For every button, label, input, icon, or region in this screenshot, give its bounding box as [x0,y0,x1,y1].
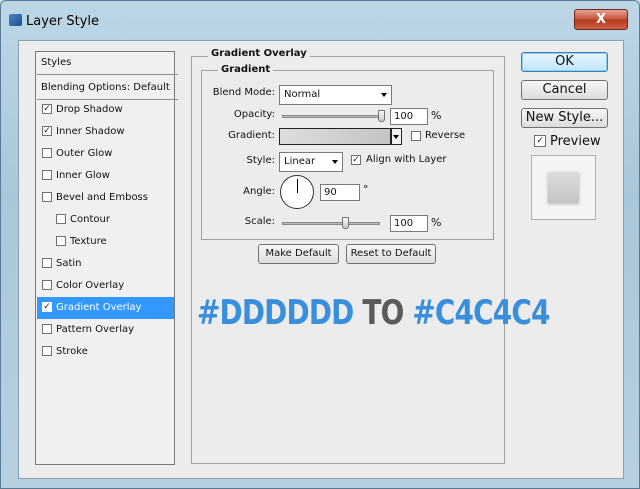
style-item-color-overlay[interactable]: Color Overlay [37,275,174,297]
style-item-label: Drop Shadow [56,104,123,115]
style-item-checkbox[interactable] [56,236,66,246]
style-item-checkbox[interactable]: ✓ [42,126,52,136]
preview-frame [531,155,596,220]
blend-mode-value: Normal [284,89,321,100]
style-item-inner-shadow[interactable]: ✓ Inner Shadow [37,121,174,143]
style-select[interactable]: Linear [279,152,343,172]
style-item-checkbox[interactable] [42,324,52,334]
style-item-pattern-overlay[interactable]: Pattern Overlay [37,319,174,341]
degree-symbol: ° [363,183,369,196]
checkmark-icon: ✓ [352,155,360,165]
scale-label: Scale: [244,216,275,227]
styles-list: Styles Blending Options: Default ✓ Drop S… [35,51,178,465]
window-title: Layer Style [26,14,100,29]
close-button[interactable]: X [574,9,628,30]
reverse-label: Reverse [425,130,466,141]
reverse-checkbox[interactable] [411,131,421,141]
style-item-checkbox[interactable] [42,258,52,268]
scale-slider-thumb[interactable] [342,217,349,229]
angle-dial-hand [297,179,298,193]
gradient-dropdown-button[interactable] [391,128,402,145]
style-label: Style: [246,155,276,166]
style-item-label: Pattern Overlay [56,324,135,335]
style-item-checkbox[interactable] [42,192,52,202]
opacity-input[interactable]: 100 [390,108,428,125]
opacity-percent: % [431,109,442,122]
align-with-layer-checkbox[interactable]: ✓ [351,155,361,165]
style-item-label: Color Overlay [56,280,125,291]
angle-dial[interactable] [280,175,314,209]
style-item-label: Outer Glow [56,148,113,159]
opacity-slider-track[interactable] [282,115,385,118]
style-item-outer-glow[interactable]: Outer Glow [37,143,174,165]
cancel-button[interactable]: Cancel [521,80,608,100]
group-title: Gradient [218,64,274,75]
layer-style-window: Layer Style X Styles Blending Options: D… [0,0,640,489]
ok-button[interactable]: OK [521,52,608,72]
style-item-label: Contour [70,214,110,225]
style-item-label: Bevel and Emboss [56,192,148,203]
annotation-start-color: #DDDDDD [197,293,354,333]
style-item-label: Texture [70,236,107,247]
style-item-checkbox[interactable]: ✓ [42,302,52,312]
annotation-end-color: #C4C4C4 [412,293,550,333]
gradient-label: Gradient: [228,130,275,141]
style-item-satin[interactable]: Satin [37,253,174,275]
preview-swatch [548,172,579,203]
opacity-slider-thumb[interactable] [378,110,385,122]
angle-input[interactable]: 90 [320,184,360,201]
style-item-checkbox[interactable]: ✓ [42,104,52,114]
styles-header[interactable]: Styles [37,52,178,75]
chevron-down-icon [332,160,338,164]
gradient-swatch[interactable] [279,128,391,145]
angle-label: Angle: [243,186,275,197]
style-item-checkbox[interactable] [56,214,66,224]
style-item-texture[interactable]: Texture [37,231,174,253]
gradient-annotation: #DDDDDD TO #C4C4C4 [197,293,550,333]
style-item-stroke[interactable]: Stroke [37,341,174,363]
scale-input[interactable]: 100 [390,215,428,232]
style-item-gradient-overlay[interactable]: ✓ Gradient Overlay [37,297,174,319]
section-title: Gradient Overlay [208,48,310,59]
style-item-label: Satin [56,258,82,269]
annotation-to: TO [353,293,413,333]
checkmark-icon: ✓ [536,136,544,146]
preview-label: Preview [550,134,601,149]
style-item-drop-shadow[interactable]: ✓ Drop Shadow [37,99,174,121]
style-value: Linear [284,156,316,167]
style-item-label: Inner Glow [56,170,110,181]
style-item-bevel-and-emboss[interactable]: Bevel and Emboss [37,187,174,209]
style-item-inner-glow[interactable]: Inner Glow [37,165,174,187]
blend-mode-select[interactable]: Normal [279,85,392,105]
style-item-checkbox[interactable] [42,148,52,158]
reset-to-default-button[interactable]: Reset to Default [346,244,436,264]
chevron-down-icon [381,93,387,97]
style-item-checkbox[interactable] [42,346,52,356]
close-icon: X [595,12,607,27]
align-with-layer-label: Align with Layer [366,154,447,165]
make-default-button[interactable]: Make Default [258,244,339,264]
style-item-label: Inner Shadow [56,126,125,137]
blend-mode-label: Blend Mode: [212,87,275,98]
chevron-down-icon [393,135,399,139]
preview-checkbox[interactable]: ✓ [534,135,546,147]
style-item-checkbox[interactable] [42,280,52,290]
style-item-label: Stroke [56,346,88,357]
style-item-checkbox[interactable] [42,170,52,180]
style-item-contour[interactable]: Contour [37,209,174,231]
scale-percent: % [431,216,442,229]
opacity-label: Opacity: [233,109,275,120]
blending-options-item[interactable]: Blending Options: Default [37,77,178,100]
style-item-label: Gradient Overlay [56,302,142,313]
new-style-button[interactable]: New Style... [521,108,608,128]
app-icon [9,14,22,26]
scale-slider-track[interactable] [282,222,380,225]
